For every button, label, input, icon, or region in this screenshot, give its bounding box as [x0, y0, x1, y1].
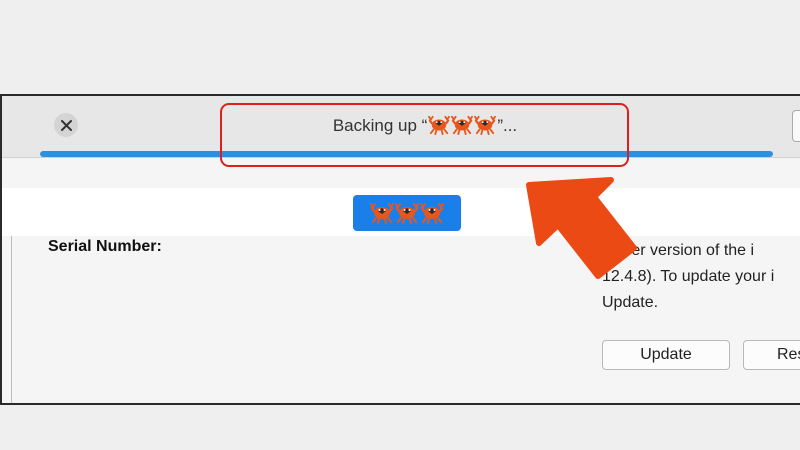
device-selector-button[interactable]	[353, 195, 461, 231]
update-button[interactable]: Update	[602, 340, 730, 370]
close-icon	[60, 119, 72, 131]
panel-divider	[11, 236, 12, 403]
crab-emoji-icon	[370, 202, 394, 224]
crab-emoji-icon	[420, 202, 444, 224]
software-update-message: newer version of the i 12.4.8). To updat…	[602, 242, 775, 311]
restore-button[interactable]: Res	[743, 340, 800, 370]
device-strip	[2, 188, 800, 236]
toolbar-right-button[interactable]	[792, 110, 800, 142]
cancel-backup-button[interactable]	[54, 113, 78, 137]
serial-number-label: Serial Number:	[48, 238, 162, 255]
crab-emoji-icon	[395, 202, 419, 224]
highlight-annotation	[220, 103, 629, 167]
screenshot-stage: Backing up “”... Serial Number: newer ve…	[0, 0, 800, 450]
device-summary-panel: Serial Number: newer version of the i 12…	[2, 236, 800, 403]
